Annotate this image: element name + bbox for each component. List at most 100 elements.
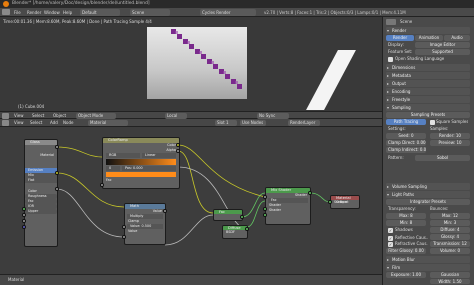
node-output-socket[interactable]	[55, 145, 59, 149]
node-input-socket[interactable]	[122, 235, 126, 239]
use-nodes-toggle[interactable]: Use Nodes	[240, 120, 266, 126]
scene-select[interactable]: Scene	[130, 9, 170, 16]
node-input-socket[interactable]	[22, 225, 26, 229]
ramp-interp-select[interactable]: Linear	[142, 153, 176, 158]
bounces-min-field[interactable]: Min: 3	[430, 220, 470, 226]
layout-select[interactable]: Default	[80, 9, 120, 16]
ramp-mode-select[interactable]: RGB	[106, 153, 140, 158]
exposure-field[interactable]: Exposure: 1.00	[386, 272, 426, 278]
node-input-socket[interactable]	[100, 183, 104, 187]
panel-film[interactable]: Film	[386, 264, 470, 271]
preview-samples-field[interactable]: Preview: 10	[430, 140, 470, 146]
ramp-stop-position[interactable]: Pos: 0.000	[122, 166, 176, 171]
render-samples-field[interactable]: Render: 10	[430, 133, 470, 139]
panel-motion-blur[interactable]: Motion Blur	[386, 256, 470, 263]
slot-select[interactable]: Slot 1	[215, 120, 237, 126]
node-editor-canvas[interactable]: Glass Material Emission Mix Flat Color R…	[0, 127, 382, 274]
node-material-output[interactable]: Material Output Surface	[330, 195, 360, 209]
display-select[interactable]: Image Editor	[415, 42, 470, 48]
material-select[interactable]: Material	[88, 120, 128, 126]
node-input-socket[interactable]	[328, 200, 332, 204]
bounces-max-field[interactable]: Max: 12	[430, 213, 470, 219]
panel-dimensions[interactable]: Dimensions	[386, 64, 470, 71]
ramp-stop-index[interactable]: 0	[106, 166, 120, 171]
osl-checkbox[interactable]	[388, 57, 393, 62]
node-output-socket[interactable]	[240, 215, 244, 219]
feature-set-select[interactable]: Supported	[415, 49, 470, 55]
samples-label: Samples:	[430, 126, 449, 131]
panel-encoding[interactable]: Encoding	[386, 88, 470, 95]
refractive-caustics-checkbox[interactable]: ✓	[388, 242, 393, 247]
node-glass[interactable]: Glass Material Emission Mix Flat Color R…	[24, 139, 58, 247]
scene-stats: v2.70 | Verts:8 | Faces:1 | Tris:2 | Obj…	[264, 10, 406, 15]
panel-output[interactable]: Output	[386, 80, 470, 87]
color-ramp-gradient[interactable]	[106, 159, 176, 165]
sampling-method-select[interactable]: Path Tracing	[386, 119, 426, 125]
glossy-bounces-field[interactable]: Glossy: 4	[430, 234, 470, 240]
menu-render[interactable]: Render	[27, 9, 41, 16]
node-input-socket[interactable]	[22, 213, 26, 217]
node-output-socket[interactable]	[176, 149, 180, 153]
scene-icon[interactable]	[386, 19, 396, 25]
node-math[interactable]: Math Value Multiply Clamp Value: 0.500 V…	[124, 203, 166, 245]
menu-add[interactable]: Add	[50, 120, 58, 126]
menu-node[interactable]: Node	[63, 120, 73, 126]
volume-bounces-field[interactable]: Volume: 0	[430, 248, 470, 254]
render-layer-select[interactable]: RenderLayer	[288, 120, 320, 126]
audio-button[interactable]: Audio	[444, 35, 470, 41]
panel-volume-sampling[interactable]: Volume Sampling	[386, 183, 470, 190]
panel-sampling[interactable]: Sampling	[386, 104, 470, 111]
node-output-socket[interactable]	[176, 143, 180, 147]
menu-select[interactable]: Select	[30, 120, 42, 126]
node-input-socket[interactable]	[122, 225, 126, 229]
node-output-socket[interactable]	[55, 187, 59, 191]
footer-material-label: Material	[8, 277, 25, 282]
node-input-socket[interactable]	[22, 219, 26, 223]
filter-width-field[interactable]: Width: 1.50	[430, 279, 470, 284]
transmission-bounces-field[interactable]: Transmission: 12	[430, 241, 470, 247]
node-diffuse[interactable]: Diffuse BSDF	[222, 225, 248, 239]
node-input-upper[interactable]: Upper	[25, 209, 57, 214]
transparency-min-field[interactable]: Min: 8	[386, 220, 426, 226]
panel-freestyle[interactable]: Freestyle	[386, 96, 470, 103]
node-output-socket[interactable]	[308, 191, 312, 195]
node-mix-shader[interactable]: Mix Shader Shader Fac Shader Shader	[265, 187, 311, 225]
editor-type-icon[interactable]	[2, 120, 9, 126]
menu-view[interactable]: View	[14, 120, 24, 126]
node-projection-field[interactable]: Flat	[25, 178, 57, 183]
node-mix-small[interactable]: Fac	[213, 209, 243, 221]
menu-help[interactable]: Help	[63, 9, 72, 16]
node-output-socket[interactable]	[55, 171, 59, 175]
reflective-caustics-checkbox[interactable]: ✓	[388, 236, 393, 241]
node-output-socket[interactable]	[163, 209, 167, 213]
node-input-socket[interactable]	[22, 207, 26, 211]
sampling-presets-select[interactable]: Sampling Presets	[386, 112, 470, 118]
clamp-direct-field[interactable]: Clamp Direct: 0.00	[386, 140, 426, 146]
panel-light-paths[interactable]: Light Paths	[386, 191, 470, 198]
node-colorramp[interactable]: ColorRamp Color Alpha RGB Linear 0 Pos: …	[102, 137, 180, 189]
node-output-bsdf-label: BSDF	[226, 230, 235, 234]
diffuse-bounces-field[interactable]: Diffuse: 4	[430, 227, 470, 233]
node-input-socket[interactable]	[263, 213, 267, 217]
render-engine-select[interactable]: Cycles Render	[200, 9, 256, 16]
animation-button[interactable]: Animation	[415, 35, 443, 41]
editor-type-icon[interactable]	[2, 9, 10, 15]
render-button[interactable]: Render	[386, 35, 414, 41]
clamp-indirect-field[interactable]: Clamp Indirect: 0.00	[386, 147, 426, 153]
square-samples-checkbox[interactable]	[430, 120, 435, 125]
pattern-select[interactable]: Sobol	[415, 155, 470, 161]
integrator-presets-select[interactable]: Integrator Presets	[386, 199, 470, 205]
shadows-checkbox[interactable]: ✓	[388, 228, 393, 233]
panel-metadata[interactable]: Metadata	[386, 72, 470, 79]
panel-render[interactable]: Render	[386, 27, 470, 34]
node-input-socket[interactable]	[263, 207, 267, 211]
menu-window[interactable]: Window	[44, 9, 60, 16]
transparency-max-field[interactable]: Max: 8	[386, 213, 426, 219]
node-output-socket[interactable]	[245, 227, 249, 231]
filter-glossy-field[interactable]: Filter Glossy: 0.00	[386, 248, 426, 254]
ramp-stop-color[interactable]	[106, 172, 176, 177]
filter-type-select[interactable]: Gaussian	[430, 272, 470, 278]
node-input-socket[interactable]	[263, 195, 267, 199]
menu-file[interactable]: File	[14, 9, 21, 16]
seed-field[interactable]: Seed: 0	[386, 133, 426, 139]
